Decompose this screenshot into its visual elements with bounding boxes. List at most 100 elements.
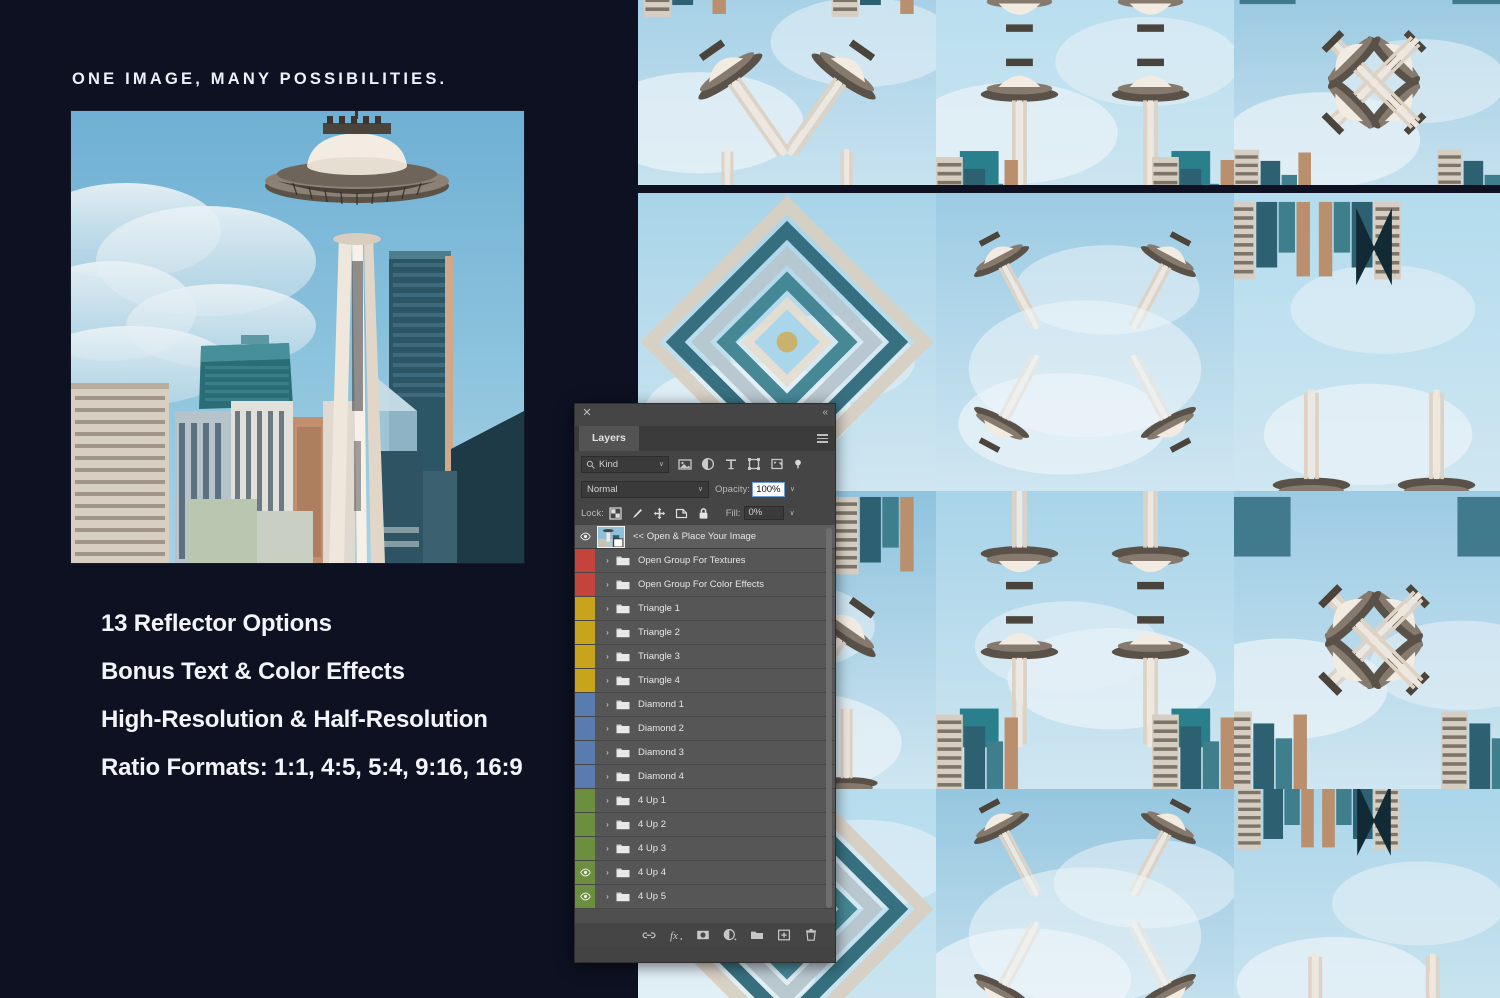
layer-list-scrollbar[interactable]: [826, 528, 832, 916]
eye-icon[interactable]: [575, 597, 595, 620]
collapse-panel-icon[interactable]: «: [822, 407, 828, 419]
filter-toggle-icon[interactable]: [793, 459, 803, 469]
layer-row[interactable]: ›Diamond 3: [575, 741, 835, 765]
eye-icon[interactable]: [575, 717, 595, 740]
layer-row[interactable]: ›4 Up 5: [575, 885, 835, 909]
eye-icon[interactable]: [575, 789, 595, 812]
layer-row[interactable]: ›4 Up 3: [575, 837, 835, 861]
eye-icon[interactable]: [575, 525, 595, 548]
expand-group-chevron-icon[interactable]: ›: [602, 580, 613, 589]
layer-thumbnail[interactable]: [597, 526, 625, 548]
shape-layer-filter-icon[interactable]: [747, 457, 761, 471]
mirror-vertical-pair: [638, 0, 936, 185]
eye-icon[interactable]: [575, 549, 595, 572]
lock-position-icon[interactable]: [653, 507, 666, 520]
tab-layers[interactable]: Layers: [579, 426, 639, 451]
expand-group-chevron-icon[interactable]: ›: [602, 892, 613, 901]
expand-group-chevron-icon[interactable]: ›: [602, 868, 613, 877]
promo-panel: ONE IMAGE, MANY POSSIBILITIES.: [0, 0, 620, 998]
type-layer-filter-icon[interactable]: [724, 457, 738, 471]
layer-row[interactable]: › Open Group For Textures: [575, 549, 835, 573]
group-folder-icon: [616, 771, 630, 782]
delete-layer-icon[interactable]: [804, 928, 818, 942]
expand-group-chevron-icon[interactable]: ›: [602, 772, 613, 781]
layer-name: 4 Up 4: [638, 867, 666, 878]
fill-input[interactable]: 0%: [744, 506, 784, 520]
new-adjustment-layer-icon[interactable]: [723, 928, 737, 942]
page-title: ONE IMAGE, MANY POSSIBILITIES.: [72, 70, 447, 89]
eye-icon[interactable]: [575, 741, 595, 764]
layer-row[interactable]: ›Triangle 4: [575, 669, 835, 693]
layers-panel[interactable]: ✕ « Layers Kind ∨: [574, 403, 836, 963]
opacity-input[interactable]: 100%: [753, 483, 784, 496]
eye-icon[interactable]: [575, 645, 595, 668]
pixel-layer-filter-icon[interactable]: [678, 457, 692, 471]
layer-row[interactable]: ›Diamond 2: [575, 717, 835, 741]
expand-group-chevron-icon[interactable]: ›: [602, 700, 613, 709]
expand-group-chevron-icon[interactable]: ›: [602, 676, 613, 685]
lock-image-pixels-icon[interactable]: [631, 507, 644, 520]
new-layer-icon[interactable]: [777, 928, 791, 942]
layer-name: Open Group For Textures: [638, 555, 746, 566]
smart-object-filter-icon[interactable]: [770, 457, 784, 471]
lock-all-icon[interactable]: [697, 507, 710, 520]
layer-row[interactable]: << Open & Place Your Image: [575, 525, 835, 549]
layer-name: Triangle 3: [638, 651, 680, 662]
eye-icon[interactable]: [575, 813, 595, 836]
group-folder-icon: [616, 867, 630, 878]
eye-icon[interactable]: [575, 885, 595, 908]
group-folder-icon: [616, 723, 630, 734]
eye-icon[interactable]: [575, 669, 595, 692]
eye-icon[interactable]: [575, 837, 595, 860]
scrollbar-thumb[interactable]: [826, 528, 832, 908]
layer-row[interactable]: › Triangle 2: [575, 621, 835, 645]
layer-row[interactable]: › Diamond 1: [575, 693, 835, 717]
expand-group-chevron-icon[interactable]: ›: [602, 604, 613, 613]
fill-chevron-down-icon[interactable]: ∨: [790, 509, 795, 517]
layer-row[interactable]: ›Open Group For Color Effects: [575, 573, 835, 597]
feature-item: 13 Reflector Options: [101, 610, 601, 638]
add-layer-mask-icon[interactable]: [696, 928, 710, 942]
layer-filter-row: Kind ∨: [575, 451, 835, 477]
group-folder-icon: [616, 819, 630, 830]
expand-group-chevron-icon[interactable]: ›: [602, 556, 613, 565]
eye-icon[interactable]: [575, 573, 595, 596]
expand-group-chevron-icon[interactable]: ›: [602, 652, 613, 661]
layer-row[interactable]: › 4 Up 2: [575, 813, 835, 837]
eye-icon[interactable]: [575, 693, 595, 716]
expand-group-chevron-icon[interactable]: ›: [602, 628, 613, 637]
mirror-wide-diamond: [1234, 491, 1500, 789]
opacity-chevron-down-icon[interactable]: ∨: [790, 485, 795, 493]
mirror-x-cross: [936, 193, 1234, 491]
layer-name: Triangle 1: [638, 603, 680, 614]
expand-group-chevron-icon[interactable]: ›: [602, 724, 613, 733]
layer-name: Triangle 2: [638, 627, 680, 638]
blend-mode-select[interactable]: Normal ∨: [581, 481, 709, 498]
link-layers-icon[interactable]: [642, 928, 656, 942]
filter-kind-select[interactable]: Kind ∨: [581, 456, 669, 473]
adjustment-layer-filter-icon[interactable]: [701, 457, 715, 471]
layer-style-fx-icon[interactable]: fx: [669, 928, 683, 942]
layer-row[interactable]: ›4 Up 1: [575, 789, 835, 813]
new-group-icon[interactable]: [750, 928, 764, 942]
eye-icon[interactable]: [575, 621, 595, 644]
layer-row[interactable]: ›Diamond 4: [575, 765, 835, 789]
lock-transparent-pixels-icon[interactable]: [609, 507, 622, 520]
expand-group-chevron-icon[interactable]: ›: [602, 748, 613, 757]
layer-row[interactable]: › 4 Up 4: [575, 861, 835, 885]
mirror-diamond-frame: [1234, 193, 1500, 491]
layer-row[interactable]: › Triangle 1: [575, 597, 835, 621]
layer-list[interactable]: << Open & Place Your Image›Open Group Fo…: [575, 525, 835, 923]
close-icon[interactable]: ✕: [581, 407, 593, 419]
lock-artboard-nesting-icon[interactable]: [675, 507, 688, 520]
space-needle-illustration: [71, 111, 524, 563]
expand-group-chevron-icon[interactable]: ›: [602, 796, 613, 805]
eye-icon[interactable]: [575, 861, 595, 884]
layer-name: Diamond 1: [638, 699, 684, 710]
expand-group-chevron-icon[interactable]: ›: [602, 844, 613, 853]
eye-icon[interactable]: [575, 765, 595, 788]
panel-menu-icon[interactable]: [817, 434, 828, 445]
layer-row[interactable]: › Triangle 3: [575, 645, 835, 669]
expand-group-chevron-icon[interactable]: ›: [602, 820, 613, 829]
layer-name: 4 Up 2: [638, 819, 666, 830]
